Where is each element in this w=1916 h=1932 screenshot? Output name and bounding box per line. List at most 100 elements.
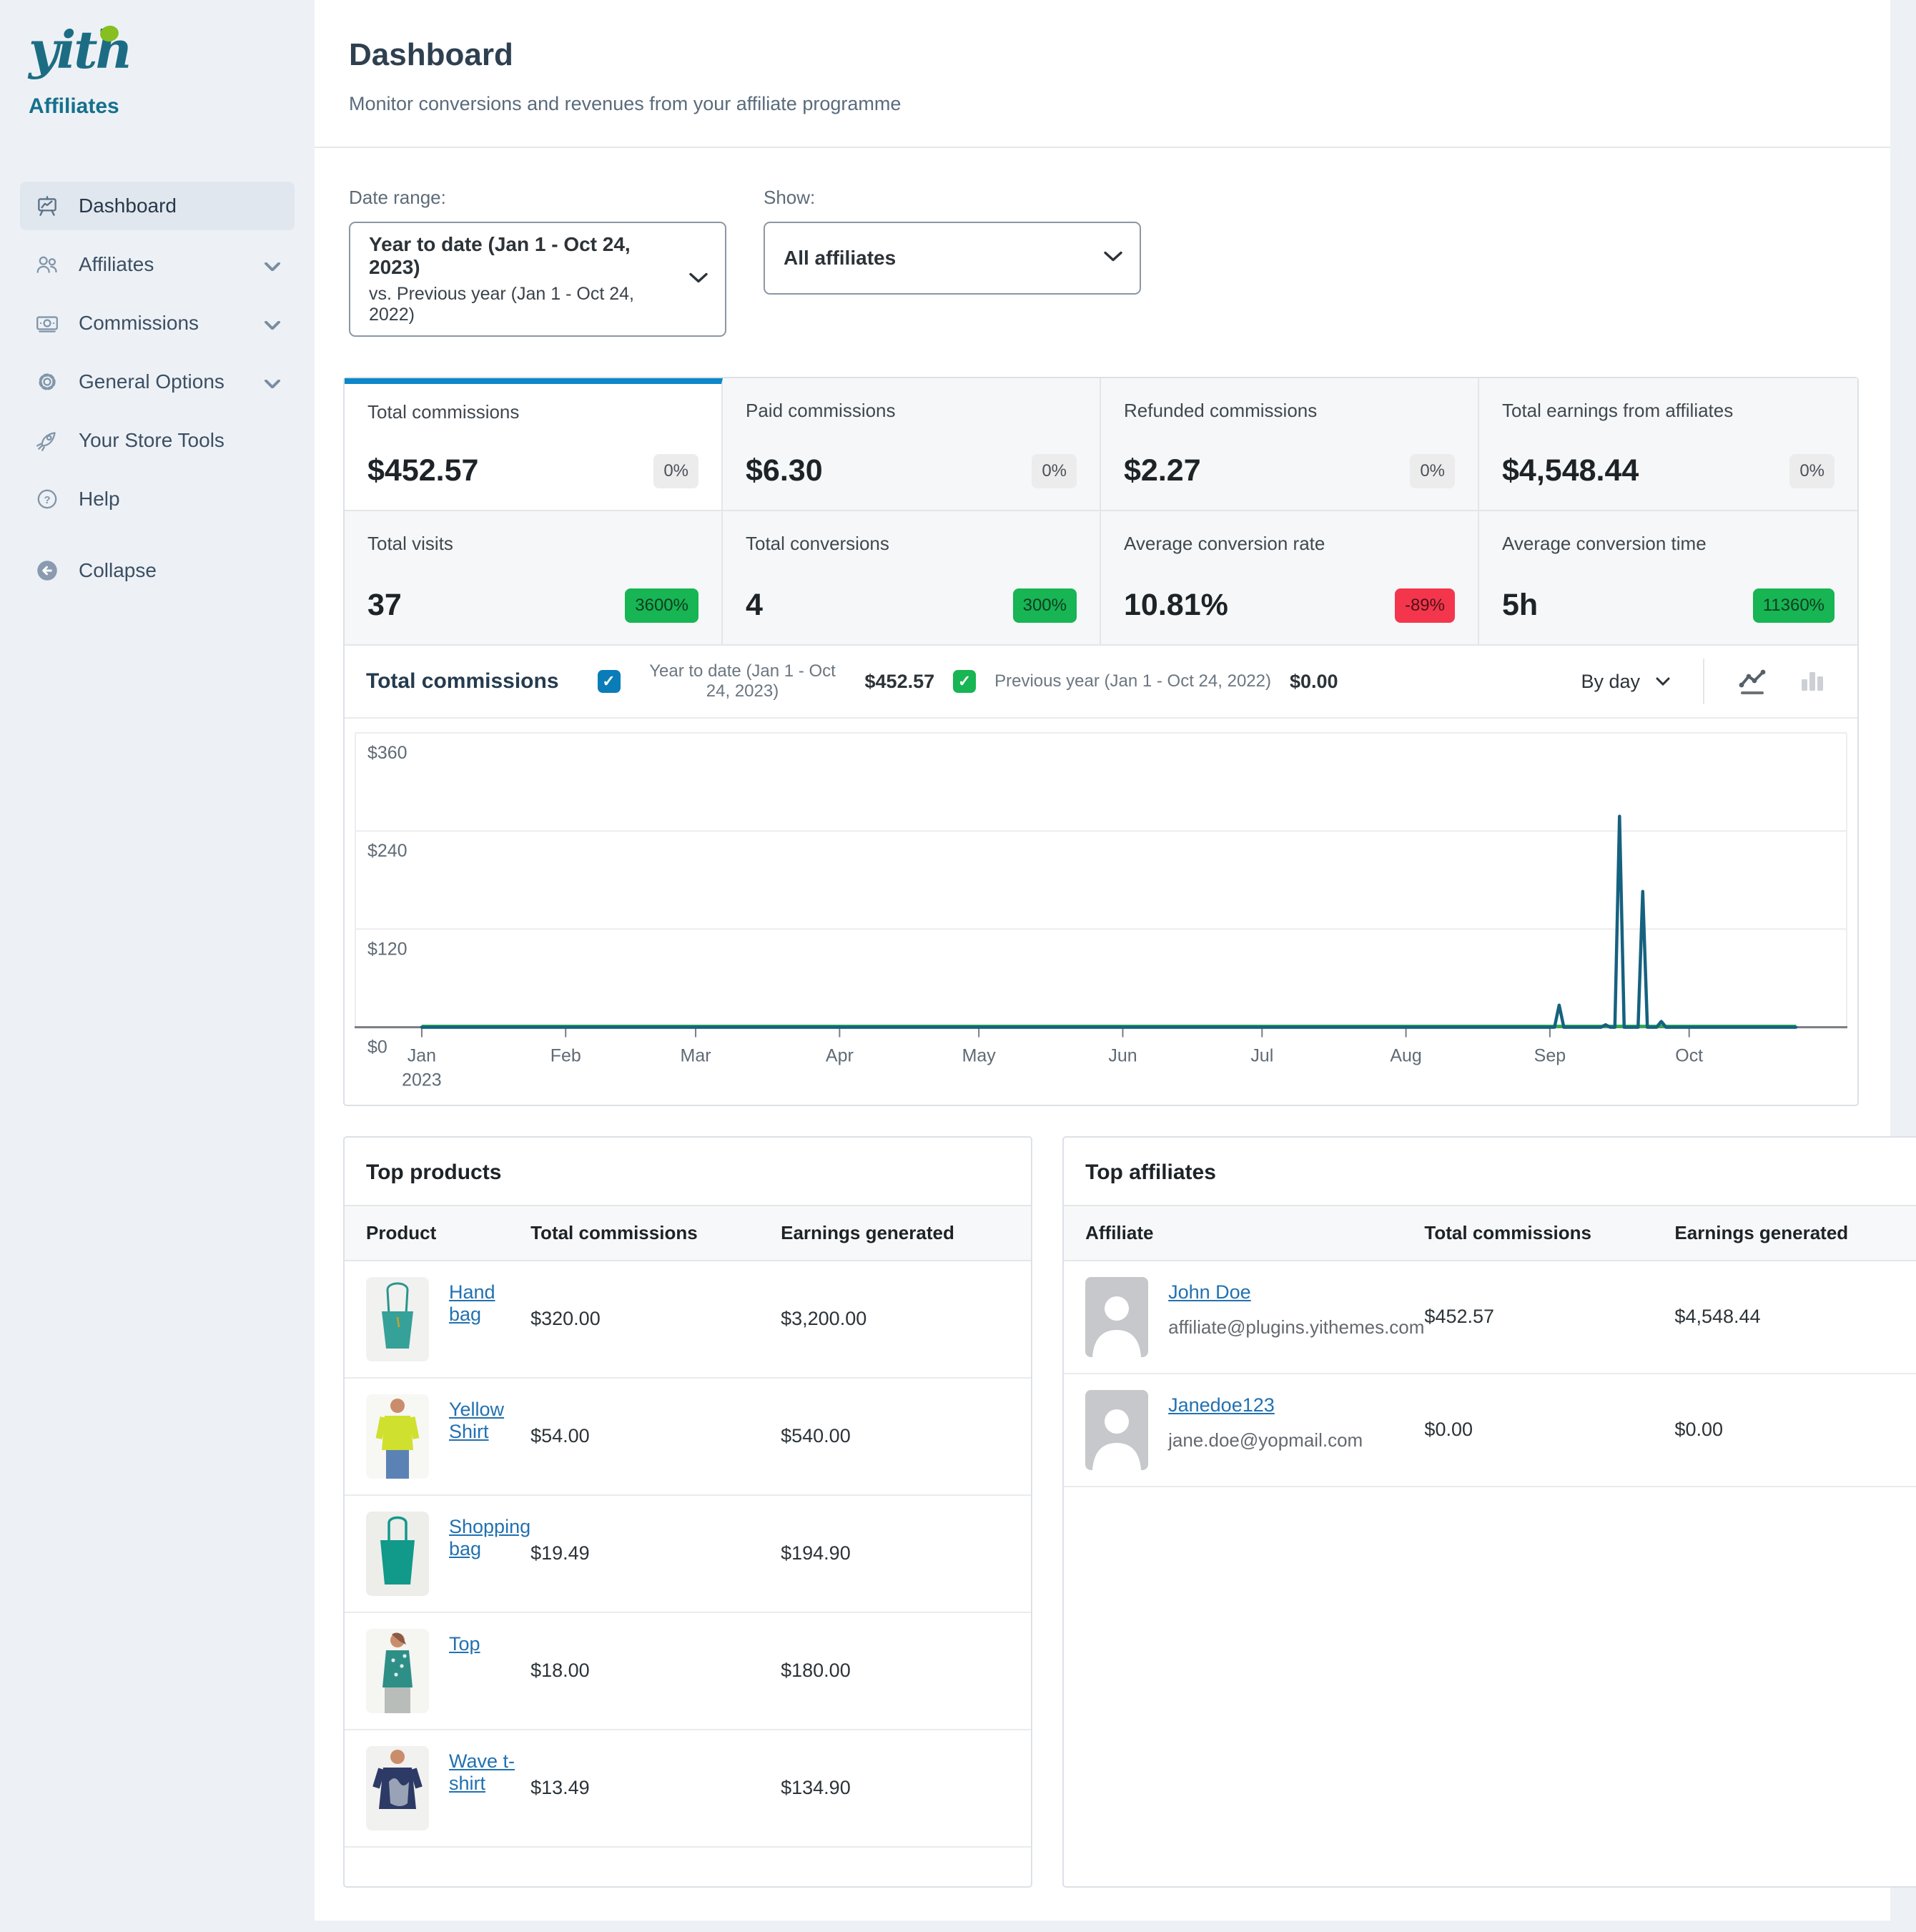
affiliate-link[interactable]: John Doe [1168, 1281, 1251, 1303]
top-products-panel: Top products Product Total commissions E… [343, 1136, 1032, 1888]
date-range-value: Year to date (Jan 1 - Oct 24, 2023) [369, 233, 675, 279]
sidebar-item-your-store-tools[interactable]: Your Store Tools [20, 416, 295, 465]
svg-text:?: ? [44, 495, 50, 506]
stat-badge: 11360% [1753, 588, 1834, 623]
stat-badge: 0% [1789, 454, 1834, 488]
interval-select[interactable]: By day [1581, 671, 1670, 693]
column-header-affiliate: Affiliate [1085, 1222, 1424, 1244]
chevron-down-icon [689, 272, 708, 286]
stat-card-paid-commissions[interactable]: Paid commissions $6.30 0% [723, 378, 1101, 511]
column-header-earnings-generated: Earnings generated [781, 1222, 1009, 1244]
yith-logo-text: yith [29, 24, 295, 76]
series1-value: $452.57 [865, 671, 935, 693]
series2-checkbox[interactable]: ✓ [953, 670, 976, 693]
sidebar-item-general-options[interactable]: General Options [20, 358, 295, 406]
stat-card-refunded-commissions[interactable]: Refunded commissions $2.27 0% [1101, 378, 1479, 511]
stat-badge: 300% [1013, 588, 1077, 623]
table-row: John Doe affiliate@plugins.yithemes.com … [1064, 1261, 1916, 1374]
svg-text:2023: 2023 [402, 1070, 442, 1090]
product-link[interactable]: Hand bag [449, 1281, 530, 1326]
table-row: Hand bag $320.00 $3,200.00 [345, 1261, 1031, 1379]
product-earnings: $134.90 [781, 1777, 1009, 1799]
sidebar-item-affiliates[interactable]: Affiliates [20, 240, 295, 289]
stat-value: 37 [367, 588, 402, 623]
page-title: Dashboard [349, 37, 1856, 73]
product-link[interactable]: Wave t-shirt [449, 1750, 530, 1795]
stat-label: Average conversion time [1502, 533, 1834, 555]
bar-chart-icon[interactable] [1797, 666, 1829, 696]
top-affiliates-header: Affiliate Total commissions Earnings gen… [1064, 1205, 1916, 1261]
product-image-wave-tshirt [366, 1746, 429, 1830]
stat-value: $6.30 [746, 453, 823, 488]
sidebar-collapse-button[interactable]: Collapse [20, 546, 295, 595]
date-range-group: Date range: Year to date (Jan 1 - Oct 24… [349, 187, 726, 337]
svg-text:Jun: Jun [1108, 1046, 1137, 1066]
line-chart-icon[interactable] [1737, 666, 1770, 696]
stat-value: $452.57 [367, 453, 478, 488]
commissions-chart[interactable]: $0$120$240$360Jan2023FebMarAprMayJunJulA… [345, 719, 1857, 1105]
help-icon: ? [34, 486, 60, 512]
affiliate-email: affiliate@plugins.yithemes.com [1168, 1316, 1424, 1339]
stat-label: Total commissions [367, 401, 698, 423]
product-image-shopping-bag [366, 1512, 429, 1596]
column-header-total-commissions: Total commissions [530, 1222, 781, 1244]
sidebar-item-commissions[interactable]: Commissions [20, 299, 295, 348]
sidebar-item-dashboard[interactable]: Dashboard [20, 182, 295, 230]
stat-card-avg-conversion-rate[interactable]: Average conversion rate 10.81% -89% [1101, 511, 1479, 644]
stat-badge: 3600% [625, 588, 698, 623]
series1-checkbox[interactable]: ✓ [598, 670, 621, 693]
product-link[interactable]: Shopping bag [449, 1516, 530, 1560]
svg-text:$120: $120 [367, 939, 408, 959]
svg-text:Oct: Oct [1675, 1046, 1703, 1066]
table-row: Wave t-shirt $13.49 $134.90 [345, 1730, 1031, 1848]
collapse-icon [34, 558, 60, 583]
stats-grid: Total commissions $452.57 0% Paid commis… [345, 378, 1857, 644]
product-earnings: $3,200.00 [781, 1308, 1009, 1330]
svg-text:Apr: Apr [826, 1046, 854, 1066]
line-chart: $0$120$240$360Jan2023FebMarAprMayJunJulA… [355, 727, 1847, 1093]
date-range-compare: vs. Previous year (Jan 1 - Oct 24, 2022) [369, 284, 675, 325]
stat-card-avg-conversion-time[interactable]: Average conversion time 5h 11360% [1479, 511, 1857, 644]
stat-label: Total visits [367, 533, 698, 555]
stat-badge: 0% [1410, 454, 1455, 488]
product-link[interactable]: Top [449, 1633, 480, 1655]
show-value: All affiliates [784, 247, 1090, 270]
stat-value: $2.27 [1124, 453, 1201, 488]
product-commissions: $13.49 [530, 1777, 781, 1799]
product-earnings: $180.00 [781, 1660, 1009, 1682]
top-products-header: Product Total commissions Earnings gener… [345, 1205, 1031, 1261]
product-commissions: $320.00 [530, 1308, 781, 1330]
avatar-placeholder-icon [1085, 1277, 1148, 1357]
product-commissions: $19.49 [530, 1542, 781, 1564]
stat-card-total-earnings[interactable]: Total earnings from affiliates $4,548.44… [1479, 378, 1857, 511]
stat-card-total-visits[interactable]: Total visits 37 3600% [345, 511, 723, 644]
stat-card-total-conversions[interactable]: Total conversions 4 300% [723, 511, 1101, 644]
series1-label: Year to date (Jan 1 - Oct 24, 2023) [639, 661, 846, 701]
product-image-top [366, 1629, 429, 1713]
svg-text:May: May [962, 1046, 997, 1066]
product-link[interactable]: Yellow Shirt [449, 1399, 530, 1443]
stat-badge: 0% [653, 454, 698, 488]
chevron-down-icon [265, 312, 280, 335]
date-range-select[interactable]: Year to date (Jan 1 - Oct 24, 2023) vs. … [349, 222, 726, 337]
top-products-title: Top products [345, 1138, 1031, 1205]
chart-title: Total commissions [366, 669, 559, 694]
svg-text:$0: $0 [367, 1038, 387, 1058]
avatar-placeholder-icon [1085, 1390, 1148, 1470]
show-group: Show: All affiliates [764, 187, 1141, 337]
affiliate-link[interactable]: Janedoe123 [1168, 1394, 1275, 1416]
show-select[interactable]: All affiliates [764, 222, 1141, 295]
column-header-earnings-generated: Earnings generated [1674, 1222, 1903, 1244]
stat-card-total-commissions[interactable]: Total commissions $452.57 0% [345, 378, 723, 511]
top-affiliates-title: Top affiliates [1064, 1138, 1916, 1205]
affiliate-commissions: $452.57 [1424, 1306, 1674, 1328]
sidebar-item-help[interactable]: ? Help [20, 475, 295, 523]
rocket-icon [34, 428, 60, 453]
stat-badge: 0% [1032, 454, 1077, 488]
product-commissions: $54.00 [530, 1425, 781, 1447]
product-earnings: $540.00 [781, 1425, 1009, 1447]
stat-label: Average conversion rate [1124, 533, 1455, 555]
stat-label: Paid commissions [746, 400, 1077, 422]
svg-text:Feb: Feb [550, 1046, 581, 1066]
main-content: Dashboard Monitor conversions and revenu… [315, 0, 1890, 1921]
